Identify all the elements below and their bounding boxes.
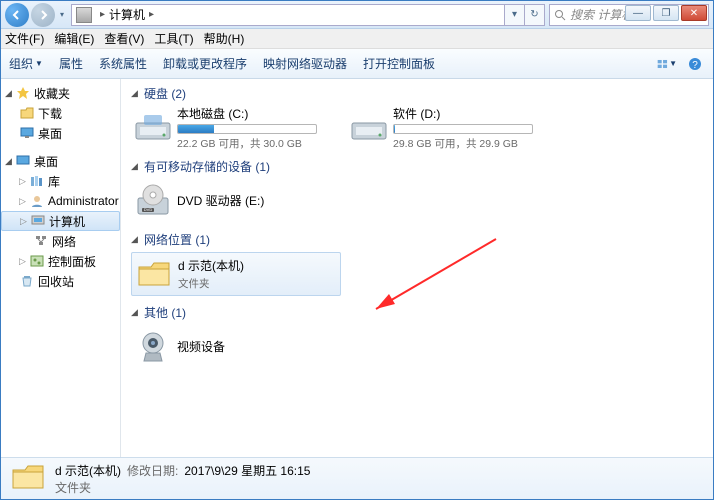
menu-edit[interactable]: 编辑(E) bbox=[54, 30, 94, 47]
folder-icon bbox=[11, 462, 45, 496]
view-options-button[interactable]: ▼ bbox=[657, 55, 677, 73]
details-name: d 示范(本机) bbox=[55, 462, 121, 479]
sidebar-item-recycle-bin[interactable]: 回收站 bbox=[1, 271, 120, 291]
nav-history-dropdown[interactable]: ▾ bbox=[57, 3, 67, 27]
computer-icon bbox=[76, 7, 92, 23]
desktop-icon bbox=[19, 125, 35, 141]
section-removable-header[interactable]: ◢有可移动存储的设备 (1) bbox=[131, 158, 703, 175]
toolbar-control-panel[interactable]: 打开控制面板 bbox=[363, 55, 435, 72]
toolbar-uninstall[interactable]: 卸载或更改程序 bbox=[163, 55, 247, 72]
menubar: 文件(F) 编辑(E) 查看(V) 工具(T) 帮助(H) bbox=[1, 29, 713, 49]
sidebar-item-control-panel[interactable]: ▷ 控制面板 bbox=[1, 251, 120, 271]
titlebar: ▾ ▸ 计算机 ▸ ▾ ↻ 搜索 计算机 — ❐ ✕ bbox=[1, 1, 713, 29]
drive-label: 软件 (D:) bbox=[393, 105, 555, 122]
search-icon bbox=[554, 9, 566, 21]
toolbar-organize[interactable]: 组织▼ bbox=[9, 55, 43, 72]
hdd-icon bbox=[133, 108, 173, 148]
folder-icon bbox=[134, 254, 174, 294]
user-icon bbox=[29, 193, 45, 209]
webcam-icon bbox=[133, 327, 173, 367]
video-device-item[interactable]: 视频设备 bbox=[131, 325, 341, 369]
search-placeholder: 搜索 计算机 bbox=[570, 6, 633, 23]
network-folder-item[interactable]: d 示范(本机) 文件夹 bbox=[131, 252, 341, 296]
star-icon bbox=[15, 85, 31, 101]
details-pane: d 示范(本机) 修改日期: 2017\9\29 星期五 16:15 文件夹 bbox=[1, 457, 713, 499]
sidebar-desktop-root[interactable]: ◢ 桌面 bbox=[1, 151, 120, 171]
toolbar-map-drive[interactable]: 映射网络驱动器 bbox=[263, 55, 347, 72]
computer-icon bbox=[30, 213, 46, 229]
drive-label: 本地磁盘 (C:) bbox=[177, 105, 339, 122]
sidebar-item-computer[interactable]: ▷ 计算机 bbox=[1, 211, 120, 231]
desktop-icon bbox=[15, 153, 31, 169]
library-icon bbox=[29, 173, 45, 189]
toolbar-properties[interactable]: 属性 bbox=[59, 55, 83, 72]
drive-usage-bar bbox=[393, 124, 533, 134]
sidebar-item-desktop-fav[interactable]: 桌面 bbox=[1, 123, 120, 143]
minimize-button[interactable]: — bbox=[625, 5, 651, 21]
control-panel-icon bbox=[29, 253, 45, 269]
details-type: 文件夹 bbox=[55, 479, 91, 496]
breadcrumb-item[interactable]: 计算机 bbox=[109, 6, 145, 23]
toolbar-system-properties[interactable]: 系统属性 bbox=[99, 55, 147, 72]
menu-view[interactable]: 查看(V) bbox=[104, 30, 144, 47]
sidebar-item-network[interactable]: 网络 bbox=[1, 231, 120, 251]
item-label: d 示范(本机) bbox=[178, 257, 338, 274]
drive-d[interactable]: 软件 (D:) 29.8 GB 可用，共 29.9 GB bbox=[347, 106, 557, 150]
drive-dvd[interactable]: DVD DVD 驱动器 (E:) bbox=[131, 179, 341, 223]
drive-label: DVD 驱动器 (E:) bbox=[177, 192, 339, 209]
hdd-icon bbox=[349, 108, 389, 148]
sidebar-item-administrator[interactable]: ▷ Administrator bbox=[1, 191, 120, 211]
recycle-bin-icon bbox=[19, 273, 35, 289]
address-bar[interactable]: ▸ 计算机 ▸ bbox=[71, 4, 505, 26]
address-dropdown-button[interactable]: ▾ bbox=[505, 4, 525, 26]
drive-usage-bar bbox=[177, 124, 317, 134]
refresh-button[interactable]: ↻ bbox=[525, 4, 545, 26]
sidebar: ◢ 收藏夹 下载 桌面 ◢ 桌面 bbox=[1, 79, 121, 457]
nav-forward-button[interactable] bbox=[31, 3, 55, 27]
content-pane[interactable]: ◢硬盘 (2) 本地磁盘 (C:) 22.2 GB 可用，共 30.0 GB bbox=[121, 79, 713, 457]
nav-back-button[interactable] bbox=[5, 3, 29, 27]
drive-free-text: 22.2 GB 可用，共 30.0 GB bbox=[177, 136, 339, 151]
sidebar-item-libraries[interactable]: ▷ 库 bbox=[1, 171, 120, 191]
menu-tools[interactable]: 工具(T) bbox=[154, 30, 193, 47]
svg-text:DVD: DVD bbox=[144, 207, 153, 212]
drive-free-text: 29.8 GB 可用，共 29.9 GB bbox=[393, 136, 555, 151]
drive-c[interactable]: 本地磁盘 (C:) 22.2 GB 可用，共 30.0 GB bbox=[131, 106, 341, 150]
svg-text:?: ? bbox=[692, 60, 698, 71]
sidebar-favorites[interactable]: ◢ 收藏夹 bbox=[1, 83, 120, 103]
help-button[interactable]: ? bbox=[685, 55, 705, 73]
toolbar: 组织▼ 属性 系统属性 卸载或更改程序 映射网络驱动器 打开控制面板 ▼ ? bbox=[1, 49, 713, 79]
section-hdd-header[interactable]: ◢硬盘 (2) bbox=[131, 85, 703, 102]
maximize-button[interactable]: ❐ bbox=[653, 5, 679, 21]
details-modified-value: 2017\9\29 星期五 16:15 bbox=[184, 462, 310, 479]
section-other-header[interactable]: ◢其他 (1) bbox=[131, 304, 703, 321]
folder-icon bbox=[19, 105, 35, 121]
menu-file[interactable]: 文件(F) bbox=[5, 30, 44, 47]
network-icon bbox=[33, 233, 49, 249]
dvd-icon: DVD bbox=[133, 181, 173, 221]
close-button[interactable]: ✕ bbox=[681, 5, 707, 21]
breadcrumb-sep: ▸ bbox=[149, 9, 154, 20]
menu-help[interactable]: 帮助(H) bbox=[204, 30, 245, 47]
breadcrumb-sep: ▸ bbox=[100, 9, 105, 20]
sidebar-item-downloads[interactable]: 下载 bbox=[1, 103, 120, 123]
details-modified-label: 修改日期: bbox=[127, 462, 178, 479]
item-type: 文件夹 bbox=[178, 276, 338, 291]
item-label: 视频设备 bbox=[177, 338, 339, 355]
section-network-header[interactable]: ◢网络位置 (1) bbox=[131, 231, 703, 248]
